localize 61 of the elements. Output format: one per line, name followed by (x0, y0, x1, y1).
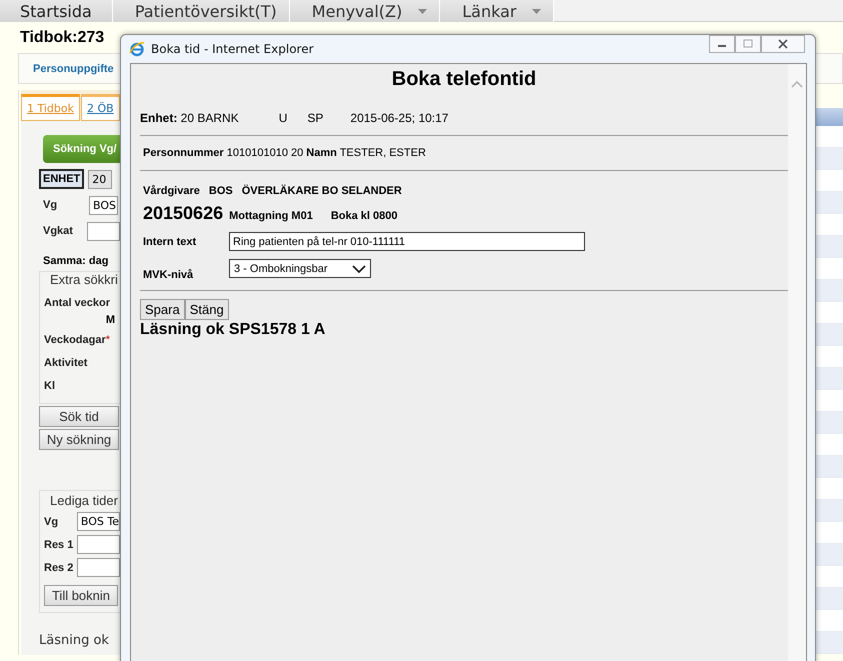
column-label: M (106, 314, 115, 328)
field-label: Aktivitet (44, 356, 88, 368)
booking-time: Boka kl 0800 (330, 210, 398, 222)
unit-field[interactable]: 20 (88, 170, 112, 188)
browser-icon (129, 41, 145, 57)
close-button[interactable] (761, 35, 805, 53)
caret-icon (418, 8, 428, 14)
menu-item[interactable]: Länkar (440, 0, 554, 22)
action-button[interactable]: Ny sökning (39, 429, 119, 450)
minimize-button[interactable] (709, 35, 735, 53)
maximize-icon (743, 39, 753, 49)
caregiver-name: ÖVERLÄKARE BO SELANDER (242, 185, 402, 197)
to-booking-button[interactable]: Till boknin (44, 585, 118, 606)
chevron-icon (352, 264, 366, 272)
dialog-button[interactable]: Spara (140, 299, 185, 320)
field-label: Vg (42, 199, 58, 211)
dialog-button[interactable]: Stäng (184, 299, 229, 320)
action-button[interactable]: Sök tid (39, 406, 119, 427)
dialog-heading: Boka telefontid (390, 68, 538, 91)
field-label: Antal veckor (44, 296, 110, 308)
field-label: Vgkat (42, 225, 74, 237)
field-label: Kl (44, 380, 55, 392)
close-icon (778, 39, 788, 49)
date-time: 2015-06-25; 10:17 (350, 111, 448, 125)
unit-code: SP (307, 111, 324, 125)
tab[interactable]: 2 ÖB (81, 94, 120, 121)
menu-item[interactable]: Startsida (0, 0, 113, 22)
status-message: Läsning ok SPS1578 1 A (140, 321, 326, 339)
required-mark: * (106, 334, 110, 346)
input-field[interactable] (77, 558, 120, 577)
unit-code: U (278, 111, 288, 125)
patient-info: Personnummer 1010101010 20 Namn TESTER, ESTER (143, 147, 426, 159)
reception-text: Mottagning M01 (229, 210, 313, 222)
window-title: Boka tid - Internet Explorer (151, 42, 314, 56)
internal-text-field[interactable]: Ring patienten på tel-nr 010-111111 (229, 232, 585, 251)
level-dropdown[interactable]: 3 - Ombokningsbar (229, 259, 371, 278)
field-label: Intern text (143, 236, 198, 248)
caregiver-label: Vårdgivare (143, 185, 200, 197)
field-label: Res 1 (44, 538, 74, 550)
input-field[interactable]: BOS Te (76, 512, 120, 531)
menu-item[interactable]: Menyval(Z) (290, 0, 440, 22)
input-field[interactable] (77, 535, 120, 554)
input-field[interactable] (87, 222, 120, 240)
group-legend: Lediga tider (50, 493, 120, 508)
menu-item[interactable]: Patientöversikt(T) (112, 0, 290, 22)
scrollbar[interactable] (788, 64, 806, 661)
unit-button[interactable]: ENHET (39, 169, 84, 189)
field-label: Res 2 (44, 562, 74, 574)
status-text: Läsning ok (39, 633, 110, 648)
page-title: Tidbok:273 (20, 29, 104, 46)
field-label: Veckodagar (44, 334, 106, 346)
group-legend: Extra sökkri (50, 272, 120, 287)
booking-date: 20150626 (143, 203, 224, 224)
caret-icon (532, 8, 542, 14)
same-day-label: Samma: dag (43, 255, 110, 267)
personal-data-link[interactable]: Personuppgifte (33, 62, 114, 74)
field-label: Vg (44, 516, 60, 528)
field-label: MVK-nivå (143, 268, 194, 280)
caregiver-code: BOS (208, 185, 233, 197)
input-field[interactable]: BOS (89, 196, 118, 214)
unit-text: Enhet: 20 BARNK (140, 111, 239, 125)
